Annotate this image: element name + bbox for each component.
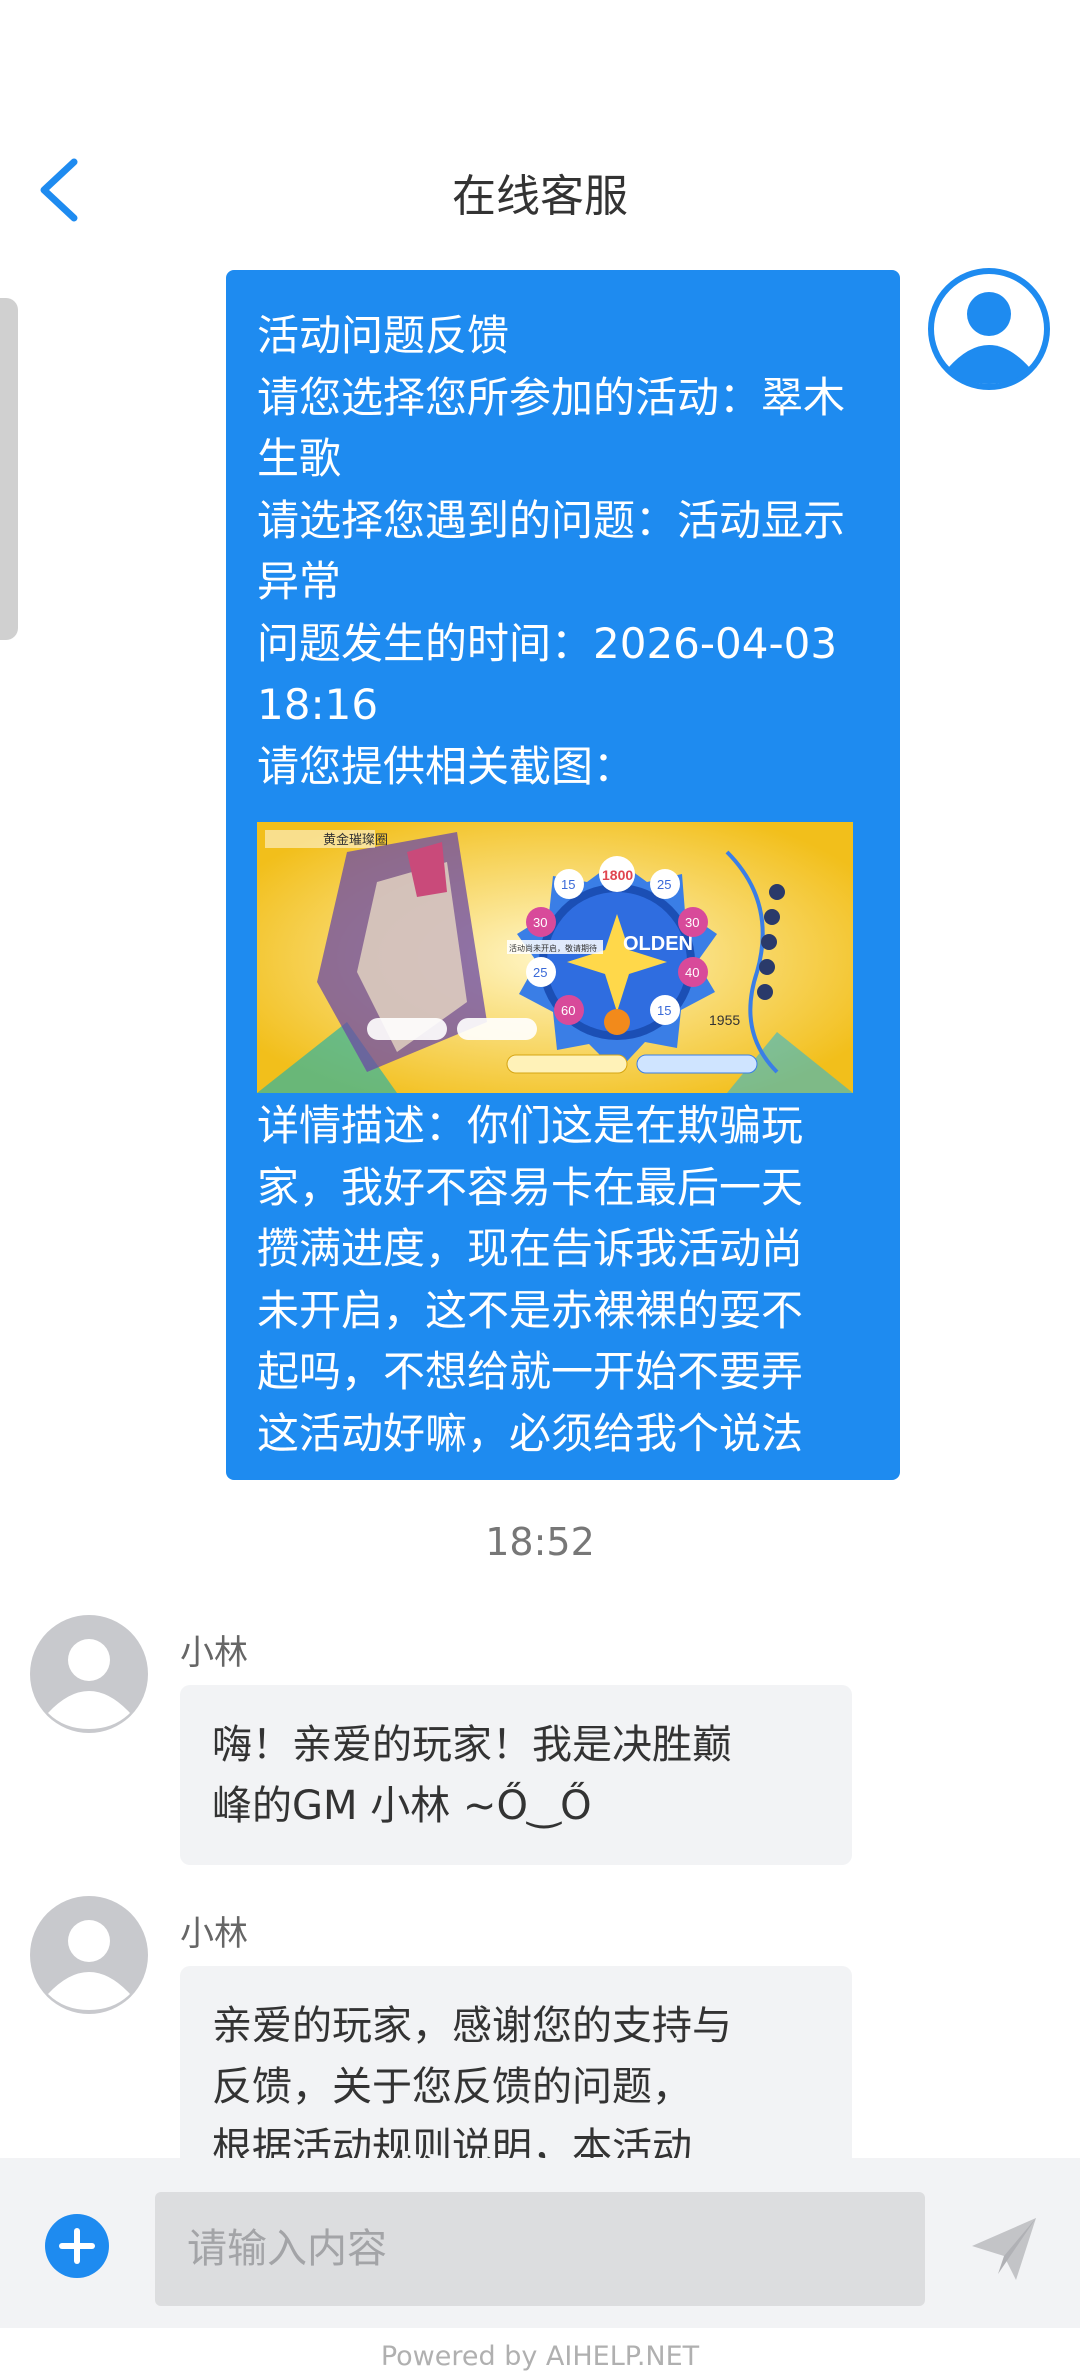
agent-message-bubble: 嗨！亲爱的玩家！我是决胜巅 峰的GM 小林 ~Ő‿Ő xyxy=(180,1685,852,1865)
powered-by-footer: Powered by AIHELP.NET xyxy=(380,2341,700,2372)
message-line: 家，我好不容易卡在最后一天 xyxy=(257,1162,804,1212)
user-icon xyxy=(30,1896,148,2014)
message-line: 请您提供相关截图： xyxy=(257,741,636,791)
screenshot-value: 1800 xyxy=(602,867,633,883)
message-line: 18:16 xyxy=(257,680,379,729)
input-bar xyxy=(0,2158,1080,2328)
user-message-bubble: 活动问题反馈 请您选择您所参加的活动：翠木 生歌 请选择您遇到的问题：活动显示 … xyxy=(226,270,900,1480)
message-line: 未开启，这不是赤裸裸的耍不 xyxy=(257,1285,804,1335)
screenshot-value: 25 xyxy=(657,877,671,892)
message-line: 详情描述：你们这是在欺骗玩 xyxy=(257,1101,804,1150)
message-line: 亲爱的玩家，感谢您的支持与 xyxy=(212,2003,732,2049)
screenshot-value: 60 xyxy=(561,1003,575,1018)
message-line: 请选择您遇到的问题：活动显示 xyxy=(257,495,846,545)
message-timestamp: 18:52 xyxy=(485,1520,595,1564)
message-line: 请您选择您所参加的活动：翠木 xyxy=(257,372,846,422)
attached-screenshot[interactable]: OLDEN 1800 15 25 30 30 25 40 60 15 1955 … xyxy=(257,822,853,1093)
message-line: 起吗，不想给就一开始不要弄 xyxy=(257,1347,804,1396)
add-attachment-button[interactable] xyxy=(44,2213,110,2279)
user-avatar xyxy=(928,268,1050,390)
screenshot-logo: OLDEN xyxy=(623,933,693,955)
paper-plane-icon xyxy=(972,2218,1036,2280)
message-line: 问题发生的时间：2026-04-03 xyxy=(257,618,838,668)
message-line: 峰的GM 小林 ~Ő‿Ő xyxy=(212,1783,592,1829)
agent-name: 小林 xyxy=(180,1914,248,1954)
screenshot-title: 黄金璀璨圈 xyxy=(323,832,388,848)
screenshot-value: 40 xyxy=(685,965,699,980)
message-line: 嗨！亲爱的玩家！我是决胜巅 xyxy=(212,1722,732,1768)
screenshot-value: 25 xyxy=(533,965,547,980)
screenshot-value: 30 xyxy=(533,915,547,930)
side-drawer-handle[interactable] xyxy=(0,298,18,640)
screenshot-value: 15 xyxy=(561,877,575,892)
message-line: 异常 xyxy=(257,557,342,606)
agent-avatar xyxy=(30,1615,148,1733)
message-line: 活动问题反馈 xyxy=(257,311,510,360)
user-icon xyxy=(30,1615,148,1733)
message-input[interactable] xyxy=(155,2192,925,2306)
user-icon xyxy=(928,268,1050,390)
header-bar: 在线客服 xyxy=(0,140,1080,240)
message-line: 这活动好嘛，必须给我个说法 xyxy=(257,1408,804,1458)
screenshot-content: OLDEN 1800 15 25 30 30 25 40 60 15 1955 … xyxy=(257,822,853,1093)
screenshot-value: 1955 xyxy=(709,1012,740,1028)
page-title: 在线客服 xyxy=(452,171,628,222)
screenshot-value: 30 xyxy=(685,915,699,930)
screenshot-value: 15 xyxy=(657,1003,671,1018)
plus-circle-icon xyxy=(45,2214,109,2278)
agent-avatar xyxy=(30,1896,148,2014)
agent-name: 小林 xyxy=(180,1633,248,1673)
message-line: 反馈，关于您反馈的问题， xyxy=(212,2064,692,2110)
message-line: 生歌 xyxy=(257,434,342,483)
send-button[interactable] xyxy=(970,2216,1038,2282)
message-line: 攒满进度，现在告诉我活动尚 xyxy=(257,1224,804,1273)
screenshot-notice: 活动尚未开启，敬请期待 xyxy=(509,943,597,953)
